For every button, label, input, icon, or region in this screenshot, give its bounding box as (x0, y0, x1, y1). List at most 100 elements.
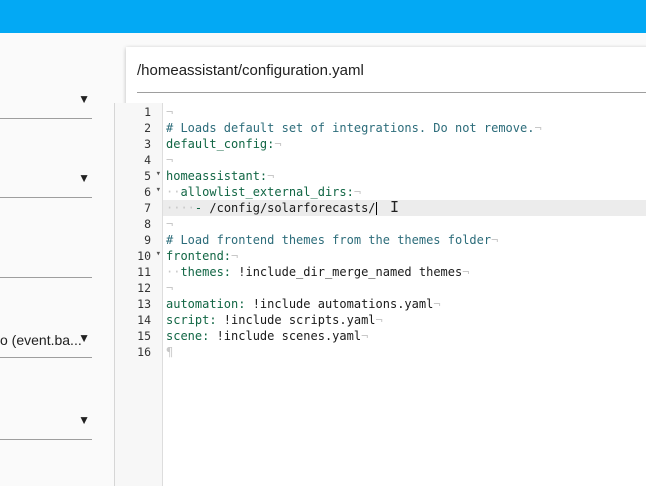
line-number: 14 (137, 313, 151, 327)
line-number: 4 (144, 153, 151, 167)
eof-marker: ¶ (166, 345, 174, 359)
gutter-line: 5 ▾ (115, 168, 163, 184)
dropdown-5[interactable]: ▼ (0, 398, 92, 440)
eol-marker: ¬ (462, 265, 470, 279)
eol-marker: ¬ (274, 137, 282, 151)
eol-marker: ¬ (491, 233, 499, 247)
gutter-line: 10 ▾ (115, 248, 163, 264)
yaml-key: scene: (166, 329, 210, 343)
line-number: 1 (144, 105, 151, 119)
gutter-line: 6 ▾ (115, 184, 163, 200)
code-line-3: default_config:¬ (166, 136, 282, 152)
yaml-key: themes: (180, 265, 232, 279)
code-line-7: ····- /config/solarforecasts/ (166, 200, 377, 216)
line-number: 2 (144, 121, 151, 135)
i-beam-cursor-icon: I (390, 198, 400, 216)
code-line-2: # Loads default set of integrations. Do … (166, 120, 542, 136)
file-path-title: /homeassistant/configuration.yaml (137, 62, 364, 79)
fold-icon[interactable]: ▾ (156, 249, 161, 259)
gutter-line: 8 (115, 216, 163, 232)
line-number: 11 (137, 265, 151, 279)
yaml-key: default_config: (166, 137, 275, 151)
indent-marker: ···· (166, 201, 195, 215)
line-number: 10 (137, 249, 151, 263)
line-number: 8 (144, 217, 151, 231)
indent-marker: ·· (166, 265, 181, 279)
eol-marker: ¬ (166, 153, 174, 167)
fold-icon[interactable]: ▾ (156, 169, 161, 179)
gutter-line: 13 (115, 296, 163, 312)
gutter-line: 11 (115, 264, 163, 280)
code-line-10: frontend:¬ (166, 248, 238, 264)
dropdown-1-arrow-icon[interactable]: ▼ (78, 92, 90, 106)
code-line-11: ··themes: !include_dir_merge_named theme… (166, 264, 469, 280)
code-line-16: ¶ (166, 344, 173, 360)
gutter-line: 4 (115, 152, 163, 168)
gutter-line: 14 (115, 312, 163, 328)
left-settings-panel: ▼ ▼ o (event.ba... ▼ ▼ (0, 33, 108, 486)
line-number-gutter: 1 2 3 4 5 ▾ 6 ▾ 7 8 9 10 ▾ 11 12 13 14 15 1… (115, 103, 163, 486)
code-line-14: script: !include scripts.yaml¬ (166, 312, 383, 328)
code-line-1: ¬ (166, 104, 173, 120)
code-line-13: automation: !include automations.yaml¬ (166, 296, 441, 312)
line-number: 12 (137, 281, 151, 295)
yaml-key: frontend: (166, 249, 232, 263)
dropdown-4[interactable]: o (event.ba... ▼ (0, 316, 92, 358)
code-text-area[interactable]: ¬ # Loads default set of integrations. D… (163, 103, 646, 486)
app-header-bar (0, 0, 646, 33)
yaml-key: allowlist_external_dirs: (180, 185, 354, 199)
code-line-15: scene: !include scenes.yaml¬ (166, 328, 368, 344)
eol-marker: ¬ (534, 121, 542, 135)
eol-marker: ¬ (231, 249, 239, 263)
gutter-line: 2 (115, 120, 163, 136)
gutter-line: 16 (115, 344, 163, 360)
code-editor[interactable]: 1 2 3 4 5 ▾ 6 ▾ 7 8 9 10 ▾ 11 12 13 14 15 1… (114, 103, 646, 486)
line-number: 3 (144, 137, 151, 151)
file-path-divider (137, 92, 646, 93)
dropdown-4-label: o (event.ba... (0, 332, 82, 348)
eol-marker: ¬ (353, 185, 362, 199)
gutter-line: 7 (115, 200, 163, 216)
dropdown-3[interactable] (0, 236, 92, 278)
line-number: 16 (137, 345, 151, 359)
eol-marker: ¬ (267, 169, 275, 183)
fold-icon[interactable]: ▾ (156, 185, 161, 195)
yaml-value: !include scenes.yaml (209, 329, 362, 343)
code-line-9: # Load frontend themes from the themes f… (166, 232, 498, 248)
dropdown-5-arrow-icon[interactable]: ▼ (78, 413, 90, 427)
yaml-comment: # Loads default set of integrations. Do … (166, 121, 535, 135)
code-line-5: homeassistant:¬ (166, 168, 274, 184)
eol-marker: ¬ (361, 329, 369, 343)
eol-marker: ¬ (433, 297, 441, 311)
yaml-value: !include_dir_merge_named themes (231, 265, 463, 279)
line-number: 15 (137, 329, 151, 343)
code-line-12: ¬ (166, 280, 173, 296)
code-line-8: ¬ (166, 216, 173, 232)
text-caret (375, 202, 377, 215)
indent-marker: ·· (166, 185, 181, 199)
line-number: 13 (137, 297, 151, 311)
dropdown-2-arrow-icon[interactable]: ▼ (78, 171, 90, 185)
yaml-comment: # Load frontend themes from the themes f… (166, 233, 492, 247)
dropdown-2[interactable]: ▼ (0, 156, 92, 198)
yaml-key: automation: (166, 297, 246, 311)
line-number: 5 (144, 169, 151, 183)
gutter-line: 9 (115, 232, 163, 248)
eol-marker: ¬ (166, 281, 174, 295)
gutter-line: 3 (115, 136, 163, 152)
dropdown-4-arrow-icon[interactable]: ▼ (78, 331, 90, 345)
line-number: 6 (144, 185, 151, 199)
yaml-value: /config/solarforecasts/ (202, 201, 376, 215)
gutter-line: 12 (115, 280, 163, 296)
eol-marker: ¬ (166, 217, 174, 231)
gutter-line: 1 (115, 104, 163, 120)
line-number: 7 (144, 201, 151, 215)
code-line-4: ¬ (166, 152, 173, 168)
gutter-line: 15 (115, 328, 163, 344)
eol-marker: ¬ (166, 105, 174, 119)
yaml-value: !include automations.yaml (245, 297, 434, 311)
line-number: 9 (144, 233, 151, 247)
eol-marker: ¬ (375, 313, 383, 327)
dropdown-1[interactable]: ▼ (0, 77, 92, 119)
code-line-6: ··allowlist_external_dirs:¬ (166, 184, 361, 200)
